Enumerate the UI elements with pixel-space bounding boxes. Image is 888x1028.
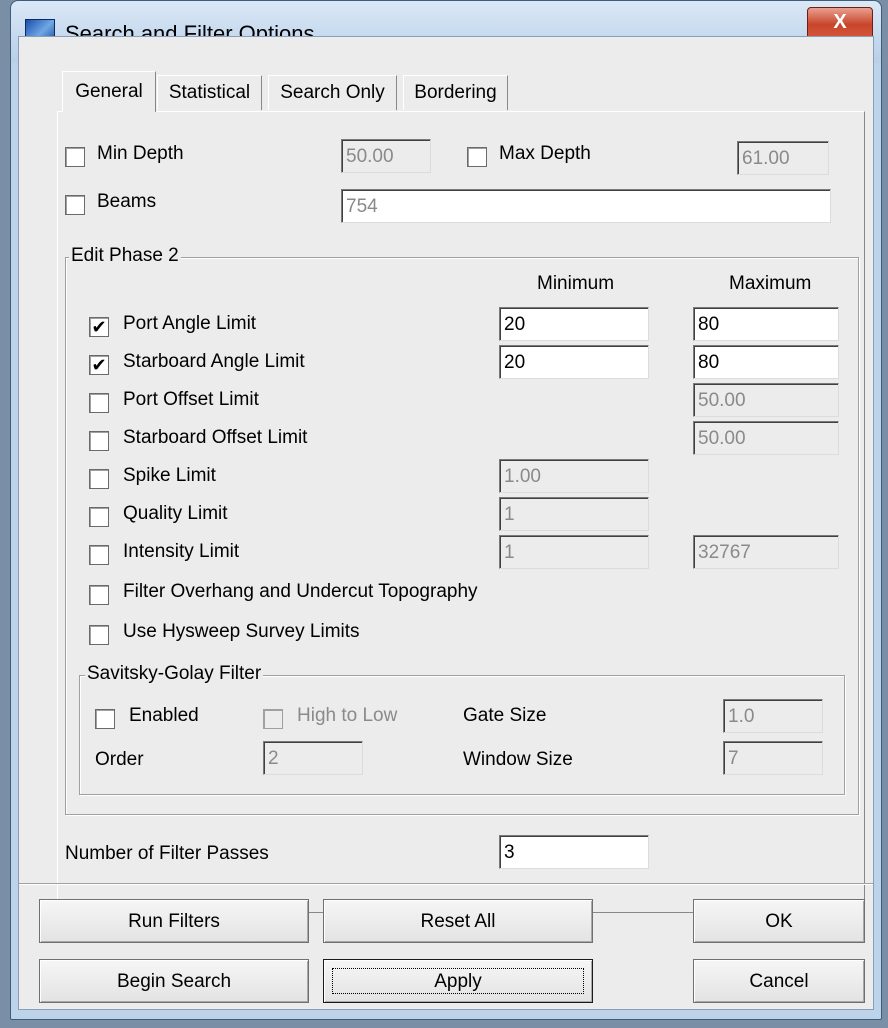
- spike-limit-checkbox[interactable]: [89, 469, 109, 489]
- sg-high-to-low-label: High to Low: [297, 705, 398, 726]
- filter-overhang-label: Filter Overhang and Undercut Topography: [123, 581, 478, 602]
- port-offset-checkbox[interactable]: [89, 393, 109, 413]
- spike-limit-min-field[interactable]: 1.00: [499, 459, 649, 493]
- close-button[interactable]: X: [807, 7, 873, 39]
- apply-button[interactable]: Apply: [323, 959, 593, 1003]
- edit-phase-title: Edit Phase 2: [69, 245, 181, 267]
- intensity-limit-max-field[interactable]: 32767: [693, 535, 839, 569]
- sg-high-to-low-checkbox[interactable]: [263, 709, 283, 729]
- cancel-button[interactable]: Cancel: [693, 959, 865, 1003]
- tab-general[interactable]: General: [62, 71, 156, 112]
- beams-label: Beams: [97, 191, 157, 212]
- begin-search-button-label: Begin Search: [116, 971, 232, 992]
- sg-enabled-checkbox[interactable]: [95, 709, 115, 729]
- min-depth-field[interactable]: 50.00: [341, 139, 431, 173]
- port-offset-max-field[interactable]: 50.00: [693, 383, 839, 417]
- tab-statistical[interactable]: Statistical: [157, 75, 262, 110]
- max-depth-label: Max Depth: [499, 143, 591, 164]
- maximum-column-header: Maximum: [729, 273, 812, 294]
- intensity-limit-checkbox[interactable]: [89, 545, 109, 565]
- spike-limit-label: Spike Limit: [123, 465, 216, 486]
- check-mark-icon: ✔: [91, 317, 107, 337]
- starboard-offset-label: Starboard Offset Limit: [123, 427, 308, 448]
- tab-bordering[interactable]: Bordering: [403, 75, 508, 110]
- client-area: General Statistical Search Only Borderin…: [18, 36, 874, 1010]
- starboard-angle-min-field[interactable]: 20: [499, 345, 649, 379]
- beams-checkbox[interactable]: [65, 195, 85, 215]
- hysweep-limits-label: Use Hysweep Survey Limits: [123, 621, 360, 642]
- port-offset-label: Port Offset Limit: [123, 389, 259, 410]
- filter-passes-field[interactable]: 3: [499, 835, 649, 869]
- starboard-angle-checkbox[interactable]: ✔: [89, 355, 109, 375]
- savitsky-golay-title: Savitsky-Golay Filter: [85, 663, 264, 685]
- port-angle-label: Port Angle Limit: [123, 313, 257, 334]
- port-angle-checkbox[interactable]: ✔: [89, 317, 109, 337]
- sg-gate-size-label: Gate Size: [463, 705, 547, 726]
- filter-overhang-checkbox[interactable]: [89, 585, 109, 605]
- beams-field[interactable]: 754: [341, 189, 831, 223]
- sg-window-size-field[interactable]: 7: [723, 741, 823, 775]
- button-separator: [19, 883, 873, 885]
- quality-limit-label: Quality Limit: [123, 503, 228, 524]
- starboard-angle-max-field[interactable]: 80: [693, 345, 839, 379]
- max-depth-checkbox[interactable]: [467, 147, 487, 167]
- savitsky-golay-group: [79, 675, 845, 795]
- cancel-button-label: Cancel: [749, 971, 809, 992]
- ok-button-label: OK: [765, 911, 793, 932]
- sg-enabled-label: Enabled: [129, 705, 199, 726]
- min-depth-checkbox[interactable]: [65, 147, 85, 167]
- quality-limit-checkbox[interactable]: [89, 507, 109, 527]
- starboard-angle-label: Starboard Angle Limit: [123, 351, 305, 372]
- ok-button[interactable]: OK: [693, 899, 865, 943]
- intensity-limit-label: Intensity Limit: [123, 541, 240, 562]
- starboard-offset-max-field[interactable]: 50.00: [693, 421, 839, 455]
- run-filters-button[interactable]: Run Filters: [39, 899, 309, 943]
- tab-search-only[interactable]: Search Only: [268, 75, 397, 110]
- min-depth-label: Min Depth: [97, 143, 184, 164]
- filter-passes-label: Number of Filter Passes: [65, 843, 269, 864]
- sg-order-field[interactable]: 2: [263, 741, 363, 775]
- quality-limit-min-field[interactable]: 1: [499, 497, 649, 531]
- apply-button-label: Apply: [324, 960, 592, 1002]
- reset-all-button-label: Reset All: [420, 911, 496, 932]
- minimum-column-header: Minimum: [537, 273, 615, 294]
- reset-all-button[interactable]: Reset All: [323, 899, 593, 943]
- port-angle-max-field[interactable]: 80: [693, 307, 839, 341]
- intensity-limit-min-field[interactable]: 1: [499, 535, 649, 569]
- sg-window-size-label: Window Size: [463, 749, 573, 770]
- hysweep-limits-checkbox[interactable]: [89, 625, 109, 645]
- run-filters-button-label: Run Filters: [128, 911, 220, 932]
- starboard-offset-checkbox[interactable]: [89, 431, 109, 451]
- sg-gate-size-field[interactable]: 1.0: [723, 699, 823, 733]
- check-mark-icon: ✔: [91, 355, 107, 375]
- port-angle-min-field[interactable]: 20: [499, 307, 649, 341]
- sg-order-label: Order: [95, 749, 144, 770]
- max-depth-field[interactable]: 61.00: [737, 141, 829, 175]
- begin-search-button[interactable]: Begin Search: [39, 959, 309, 1003]
